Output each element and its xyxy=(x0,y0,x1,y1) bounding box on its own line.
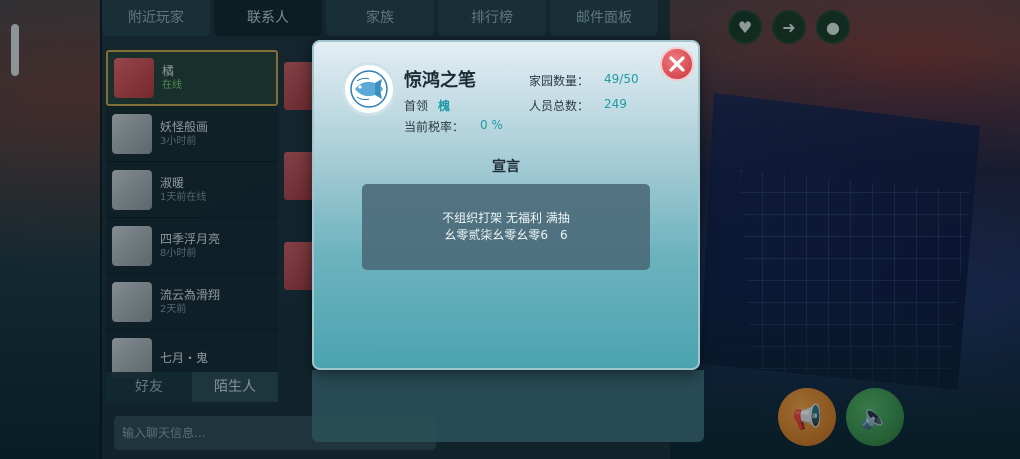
declaration-line: 幺零贰柒幺零幺零6 6 xyxy=(444,228,568,242)
declaration-box: 不组织打架 无福利 满抽 幺零贰柒幺零幺零6 6 xyxy=(362,184,650,270)
close-button[interactable] xyxy=(660,47,694,81)
member-count-label: 人员总数： xyxy=(529,99,590,113)
guild-name: 惊鸿之笔 xyxy=(404,70,476,91)
fish-icon xyxy=(350,70,388,108)
member-count-value: 249 xyxy=(604,97,627,111)
declaration-line: 不组织打架 无福利 满抽 xyxy=(442,211,570,225)
close-icon xyxy=(669,56,685,72)
leader-name: 槐 xyxy=(438,99,451,113)
tax-rate-label: 当前税率： xyxy=(404,120,465,134)
tax-rate-value: 0 % xyxy=(480,118,503,132)
guild-emblem xyxy=(342,62,396,116)
home-count-value: 49/50 xyxy=(604,72,639,86)
home-count-label: 家园数量： xyxy=(529,74,590,88)
dialog-underlay xyxy=(312,370,704,442)
declaration-title: 宣言 xyxy=(492,159,520,175)
guild-info-dialog: 惊鸿之笔 首领 槐 当前税率： 0 % 家园数量： 49/50 人员总数： 24… xyxy=(312,40,700,370)
leader-label: 首领 xyxy=(404,99,429,113)
